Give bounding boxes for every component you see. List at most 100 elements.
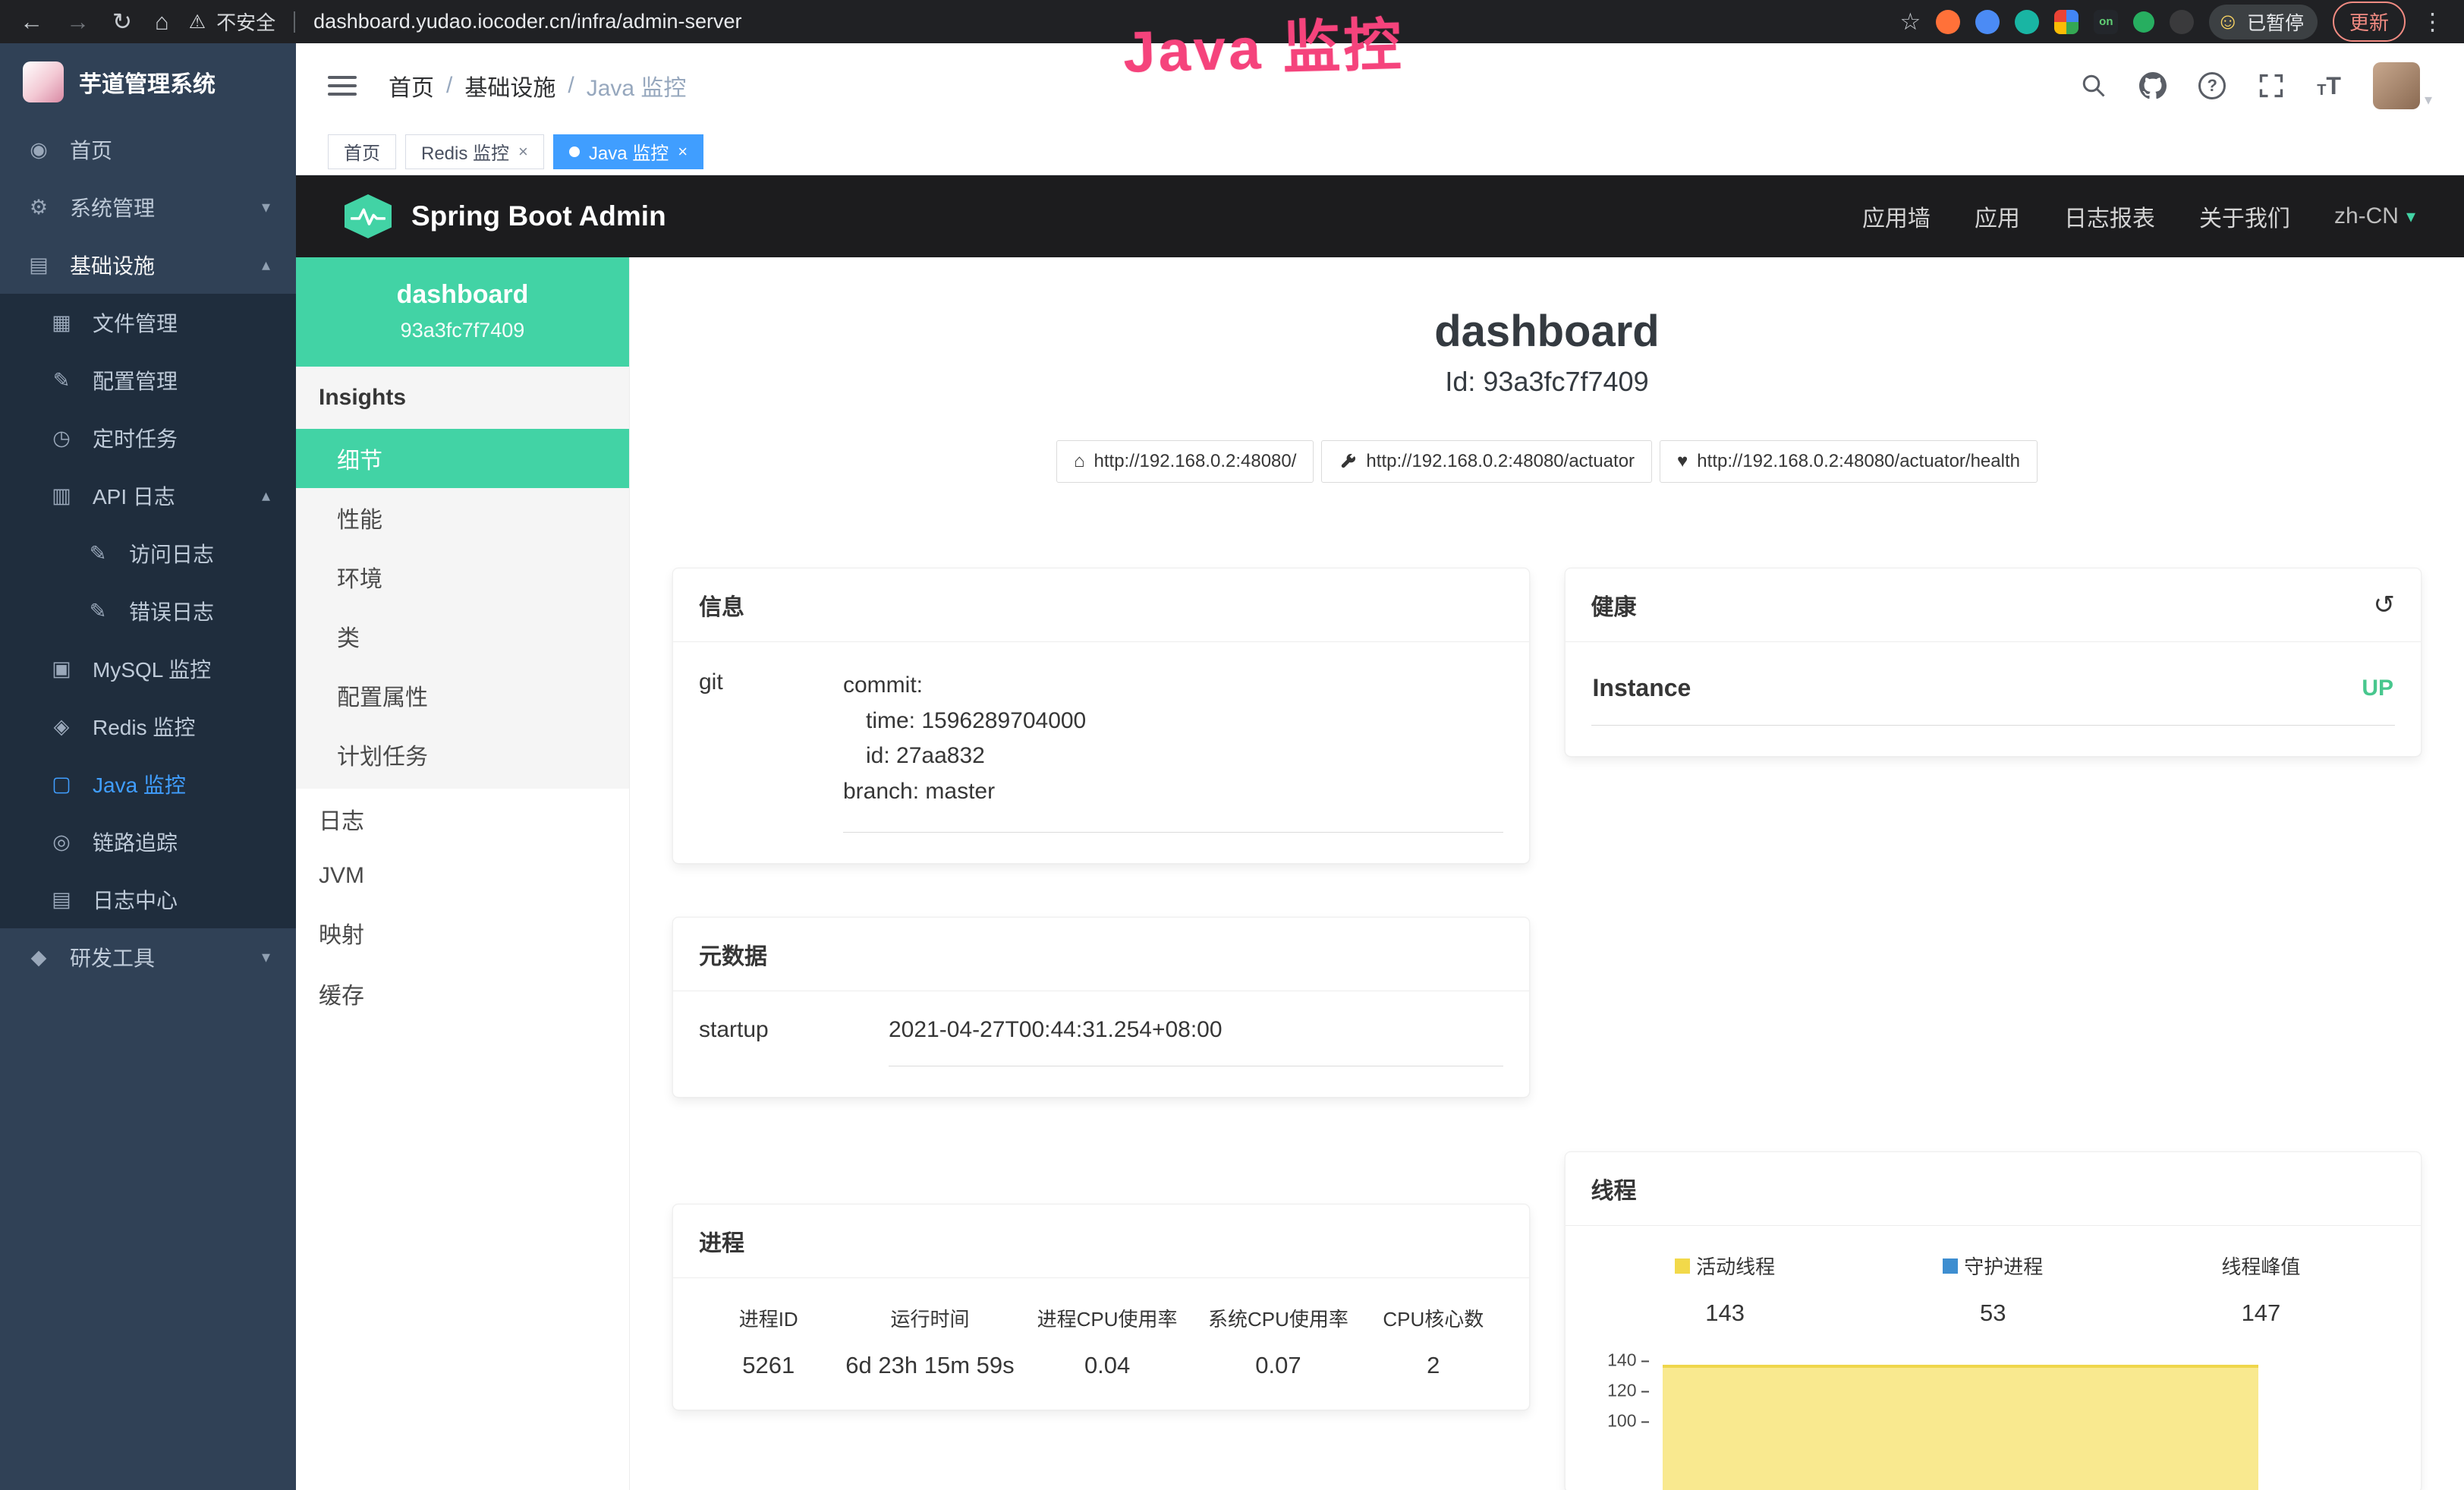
bookmark-star-icon[interactable]: ☆ bbox=[1900, 10, 1921, 33]
paused-label: 已暂停 bbox=[2247, 8, 2304, 36]
font-size-icon[interactable]: TT bbox=[2317, 74, 2341, 98]
infrastructure-icon: ▤ bbox=[26, 254, 52, 277]
browser-home-icon[interactable]: ⌂ bbox=[155, 10, 169, 33]
sba-nav-applications[interactable]: 应用 bbox=[1975, 200, 2020, 233]
sidebar-item-mysql-monitor[interactable]: ▣ MySQL 监控 bbox=[0, 640, 296, 698]
avatar bbox=[2373, 62, 2420, 109]
user-menu[interactable]: ▾ bbox=[2373, 62, 2432, 109]
sidebar-group-api-logs[interactable]: ▥ API 日志 ▴ bbox=[0, 467, 296, 524]
tab-java-monitor[interactable]: Java 监控 × bbox=[553, 134, 703, 169]
breadcrumb-home[interactable]: 首页 bbox=[389, 69, 434, 102]
close-icon[interactable]: × bbox=[518, 142, 528, 162]
extension-icon-1[interactable] bbox=[1936, 10, 1960, 34]
sba-menu-logs[interactable]: 日志 bbox=[296, 789, 629, 849]
sba-nav-wallboard[interactable]: 应用墙 bbox=[1862, 200, 1931, 233]
gear-icon: ⚙ bbox=[26, 196, 52, 219]
instance-name: dashboard bbox=[305, 280, 620, 310]
instance-home-link[interactable]: ⌂ http://192.168.0.2:48080/ bbox=[1056, 440, 1314, 483]
sidebar-submenu-infra: ▦ 文件管理 ✎ 配置管理 ◷ 定时任务 ▥ API 日志 ▴ ✎ 访问日志 ✎ bbox=[0, 294, 296, 928]
sba-menu-jvm[interactable]: JVM bbox=[296, 849, 629, 903]
sidebar-item-tracing[interactable]: ◎ 链路追踪 bbox=[0, 813, 296, 871]
locale-select[interactable]: zh-CN ▾ bbox=[2334, 203, 2415, 229]
process-card-title: 进程 bbox=[699, 1224, 744, 1258]
security-label[interactable]: 不安全 bbox=[216, 8, 275, 36]
legend-swatch-yellow bbox=[1675, 1258, 1690, 1274]
extension-icon-6[interactable] bbox=[2133, 11, 2154, 33]
sidebar-group-infra[interactable]: ▤ 基础设施 ▴ bbox=[0, 236, 296, 294]
forward-icon[interactable]: → bbox=[66, 10, 90, 33]
extension-icon-3[interactable] bbox=[2015, 10, 2039, 34]
sidebar-item-label: 定时任务 bbox=[93, 423, 178, 453]
instance-health-link[interactable]: ♥ http://192.168.0.2:48080/actuator/heal… bbox=[1660, 440, 2038, 483]
breadcrumb-infra[interactable]: 基础设施 bbox=[464, 69, 555, 102]
sidebar-item-config-management[interactable]: ✎ 配置管理 bbox=[0, 351, 296, 409]
sidebar-group-dev-tools[interactable]: ◆ 研发工具 ▾ bbox=[0, 928, 296, 986]
app-logo[interactable]: 芋道管理系统 bbox=[0, 43, 296, 121]
tools-icon: ◆ bbox=[26, 946, 52, 969]
sidebar-item-label: 错误日志 bbox=[129, 596, 214, 626]
search-icon[interactable] bbox=[2080, 72, 2107, 99]
process-value: 2 bbox=[1370, 1352, 1496, 1379]
hamburger-icon[interactable] bbox=[328, 76, 357, 96]
insights-section-title: Insights bbox=[296, 367, 629, 429]
update-button[interactable]: 更新 bbox=[2333, 2, 2406, 42]
help-icon[interactable]: ? bbox=[2198, 72, 2226, 99]
sidebar-item-home[interactable]: ◉ 首页 bbox=[0, 121, 296, 178]
sba-nav-about[interactable]: 关于我们 bbox=[2199, 200, 2290, 233]
instance-id-line: Id: 93a3fc7f7409 bbox=[672, 366, 2422, 398]
browser-extensions-area: ☆ on ☺ 已暂停 更新 ⋮ bbox=[1900, 2, 2444, 42]
browser-menu-icon[interactable]: ⋮ bbox=[2421, 10, 2444, 33]
process-value: 0.07 bbox=[1199, 1352, 1358, 1379]
chevron-down-icon: ▾ bbox=[262, 947, 270, 967]
chevron-down-icon: ▾ bbox=[262, 197, 270, 217]
reload-icon[interactable]: ↻ bbox=[112, 10, 132, 33]
sidebar-item-error-logs[interactable]: ✎ 错误日志 bbox=[0, 582, 296, 640]
sba-nav-journal[interactable]: 日志报表 bbox=[2064, 200, 2155, 233]
instance-header: dashboard 93a3fc7f7409 bbox=[296, 257, 629, 367]
sba-menu-scheduled-tasks[interactable]: 计划任务 bbox=[296, 725, 629, 784]
sba-menu-config-props[interactable]: 配置属性 bbox=[296, 666, 629, 725]
sba-brand-title[interactable]: Spring Boot Admin bbox=[411, 200, 666, 232]
sidebar-item-label: API 日志 bbox=[93, 480, 175, 511]
sidebar-item-label: Redis 监控 bbox=[93, 711, 195, 742]
sba-menu-environment[interactable]: 环境 bbox=[296, 547, 629, 606]
sba-menu-classes[interactable]: 类 bbox=[296, 606, 629, 666]
fullscreen-icon[interactable] bbox=[2258, 72, 2285, 99]
sidebar-item-scheduled-jobs[interactable]: ◷ 定时任务 bbox=[0, 409, 296, 467]
health-key: Instance bbox=[1593, 674, 1691, 702]
header-actions: ? TT ▾ bbox=[2080, 62, 2432, 109]
history-icon[interactable]: ↺ bbox=[2374, 590, 2396, 620]
sba-menu-details[interactable]: 细节 bbox=[296, 429, 629, 488]
spring-boot-admin-logo[interactable] bbox=[345, 194, 392, 238]
breadcrumb: 首页 / 基础设施 / Java 监控 bbox=[389, 69, 686, 102]
sba-menu-metrics[interactable]: 性能 bbox=[296, 488, 629, 547]
close-icon[interactable]: × bbox=[678, 142, 688, 162]
github-icon[interactable] bbox=[2139, 72, 2167, 99]
sidebar-group-system[interactable]: ⚙ 系统管理 ▾ bbox=[0, 178, 296, 236]
health-status-badge: UP bbox=[2362, 676, 2393, 701]
extension-grid-icon[interactable] bbox=[2054, 10, 2079, 34]
back-icon[interactable]: ← bbox=[20, 10, 43, 33]
sidebar-item-redis-monitor[interactable]: ◈ Redis 监控 bbox=[0, 698, 296, 755]
home-icon: ⌂ bbox=[1074, 452, 1085, 471]
tab-home[interactable]: 首页 bbox=[328, 134, 396, 169]
browser-nav-buttons: ← → ↻ ⌂ bbox=[20, 10, 169, 33]
extension-icon-2[interactable] bbox=[1975, 10, 2000, 34]
health-card-title: 健康 bbox=[1591, 588, 1637, 622]
y-axis-tick: 100 bbox=[1591, 1411, 1649, 1432]
sba-menu-caches[interactable]: 缓存 bbox=[296, 963, 629, 1024]
extension-on-badge[interactable]: on bbox=[2094, 10, 2118, 34]
address-bar[interactable]: ⚠ 不安全 dashboard.yudao.iocoder.cn/infra/a… bbox=[189, 8, 1880, 36]
java-monitor-icon: ▢ bbox=[49, 773, 74, 796]
sidebar-item-java-monitor[interactable]: ▢ Java 监控 bbox=[0, 755, 296, 813]
paused-badge[interactable]: ☺ 已暂停 bbox=[2209, 5, 2318, 39]
instance-actuator-link[interactable]: http://192.168.0.2:48080/actuator bbox=[1321, 440, 1652, 483]
extension-icon-7[interactable] bbox=[2170, 10, 2194, 34]
address-divider bbox=[294, 11, 295, 33]
sba-menu-mappings[interactable]: 映射 bbox=[296, 903, 629, 963]
sidebar-item-file-management[interactable]: ▦ 文件管理 bbox=[0, 294, 296, 351]
sidebar-item-log-center[interactable]: ▤ 日志中心 bbox=[0, 871, 296, 928]
sidebar-item-access-logs[interactable]: ✎ 访问日志 bbox=[0, 524, 296, 582]
url-text[interactable]: dashboard.yudao.iocoder.cn/infra/admin-s… bbox=[313, 10, 741, 33]
tab-redis-monitor[interactable]: Redis 监控 × bbox=[405, 134, 544, 169]
